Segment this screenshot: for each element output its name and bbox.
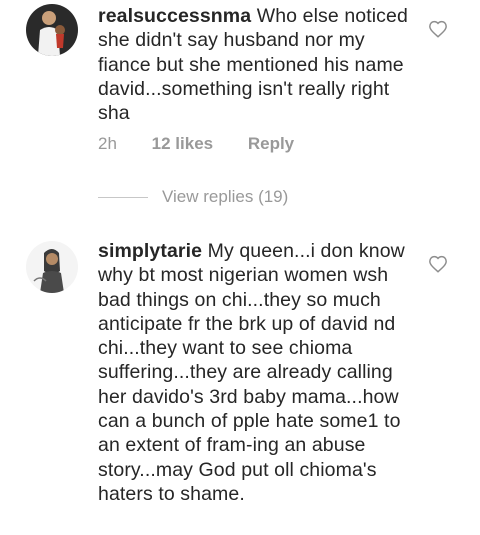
comment-body: My queen...i don know why bt most nigeri… xyxy=(98,240,405,505)
comment-text: simplytarie My queen...i don know why bt… xyxy=(98,239,418,506)
reply-button[interactable]: Reply xyxy=(248,134,294,153)
comment-time: 2h xyxy=(98,134,117,153)
avatar[interactable] xyxy=(26,4,78,56)
comment-item: realsuccessnma Who else noticed she didn… xyxy=(0,0,480,215)
comment-username[interactable]: simplytarie xyxy=(98,240,202,262)
heart-outline-icon[interactable] xyxy=(428,20,448,38)
comment-meta: 2h 12 likes Reply xyxy=(98,134,324,154)
view-replies-button[interactable]: View replies (19) xyxy=(98,187,288,207)
heart-outline-icon[interactable] xyxy=(428,255,448,273)
comment-likes[interactable]: 12 likes xyxy=(152,134,213,153)
view-replies-label: View replies (19) xyxy=(162,187,289,206)
avatar[interactable] xyxy=(26,241,78,293)
comment-item: simplytarie My queen...i don know why bt… xyxy=(0,237,480,535)
view-replies-divider xyxy=(98,196,148,198)
comment-text: realsuccessnma Who else noticed she didn… xyxy=(98,4,418,125)
comment-username[interactable]: realsuccessnma xyxy=(98,5,251,27)
